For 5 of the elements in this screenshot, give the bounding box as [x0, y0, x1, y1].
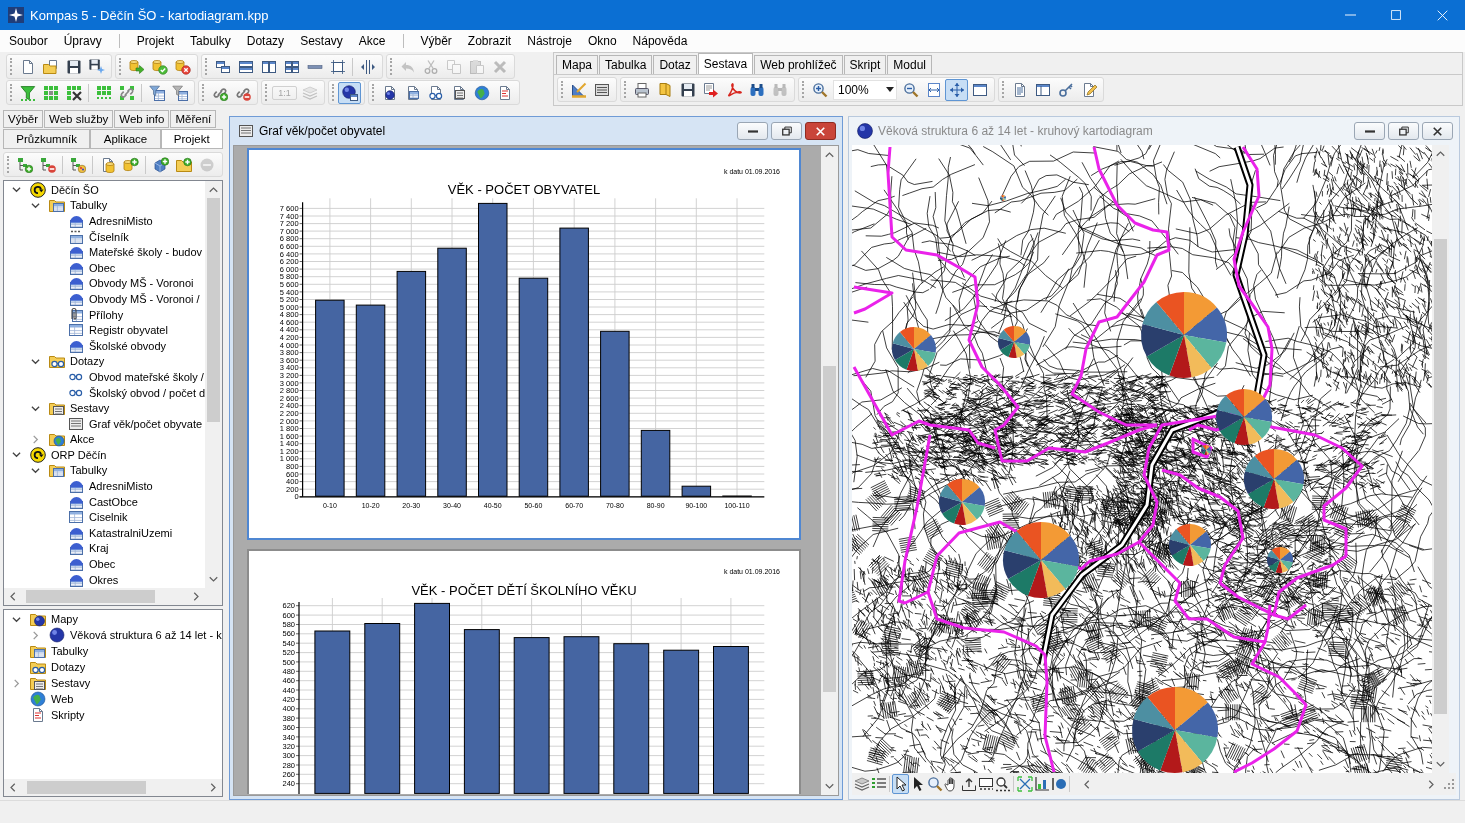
chart-title: VĚK - POČET DĚTÍ ŠKOLNÍHO VĚKU	[411, 583, 637, 598]
window-title: Kompas 5 - Děčín ŠO - kartodiagram.kpp	[30, 7, 269, 23]
window-title: Věková struktura 6 až 14 let - kruhový kartodiagram	[878, 124, 1154, 138]
chart-title: VĚK - POČET OBYVATEL	[447, 182, 601, 197]
window-title: Graf věk/počet obyvatel	[259, 124, 387, 138]
